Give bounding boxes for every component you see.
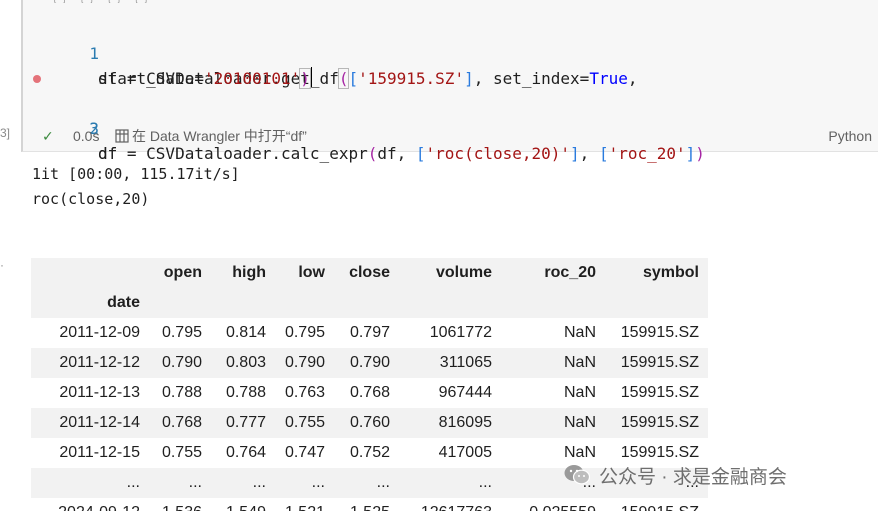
table-cell: 0.768 bbox=[349, 384, 390, 401]
table-row: 2011-12-12 0.790 0.803 0.790 0.790 31106… bbox=[31, 348, 708, 378]
table-cell: 1.521 bbox=[275, 498, 334, 511]
table-cell: 0.788 bbox=[161, 384, 202, 401]
col-header: symbol bbox=[642, 264, 699, 281]
col-header: volume bbox=[435, 264, 492, 281]
table-icon bbox=[115, 129, 129, 143]
col-header: roc_20 bbox=[544, 264, 596, 281]
code-line-1-wrap[interactable]: start_date='20100101') bbox=[23, 41, 878, 89]
table-cell: ... bbox=[311, 474, 325, 491]
open-in-data-wrangler-link[interactable]: 在 Data Wrangler 中打开“df” bbox=[115, 125, 307, 147]
date-cell: 2011-12-14 bbox=[59, 414, 140, 431]
table-cell: 0.803 bbox=[225, 354, 266, 371]
table-row: 2011-12-09 0.795 0.814 0.795 0.797 10617… bbox=[31, 318, 708, 348]
table-cell: 0.814 bbox=[225, 324, 266, 341]
table-cell: 311065 bbox=[439, 354, 492, 371]
table-cell: 0.763 bbox=[284, 384, 325, 401]
table-row: 2011-12-13 0.788 0.788 0.763 0.768 96744… bbox=[31, 378, 708, 408]
col-header: low bbox=[298, 264, 325, 281]
table-cell: ... bbox=[376, 474, 390, 491]
table-cell: 12617763 bbox=[399, 498, 501, 511]
table-cell: 159915.SZ bbox=[620, 414, 699, 431]
table-cell: 159915.SZ bbox=[620, 384, 699, 401]
exec-count: 3] bbox=[0, 126, 11, 140]
table-cell: 1061772 bbox=[429, 324, 492, 341]
table-cell: NaN bbox=[563, 324, 596, 341]
code-line-3[interactable]: 3 df bbox=[23, 91, 878, 163]
table-cell: 967444 bbox=[438, 384, 492, 401]
table-cell: 1.525 bbox=[334, 498, 399, 511]
progress-line: 1it [00:00, 115.17it/s] bbox=[32, 165, 240, 183]
table-cell: 0.755 bbox=[284, 414, 325, 431]
table-cell: ... bbox=[188, 474, 202, 491]
table-cell: 159915.SZ bbox=[605, 498, 708, 511]
date-cell: 2011-12-13 bbox=[59, 384, 140, 401]
index-name: date bbox=[107, 294, 140, 311]
date-cell: 2011-12-15 bbox=[59, 444, 140, 461]
table-cell: 0.790 bbox=[284, 354, 325, 371]
table-cell: 0.795 bbox=[161, 324, 202, 341]
date-cell: 2011-12-09 bbox=[59, 324, 140, 341]
table-cell: 0.752 bbox=[349, 444, 390, 461]
date-cell: ... bbox=[126, 474, 140, 491]
table-cell: 0.768 bbox=[161, 414, 202, 431]
col-header: open bbox=[163, 264, 202, 281]
table-cell: 0.760 bbox=[349, 414, 390, 431]
table-cell: ... bbox=[478, 474, 492, 491]
cell-toolbar-icons[interactable]: ▢▢▢▢ bbox=[53, 0, 183, 3]
table-index-name-row: date bbox=[31, 288, 708, 318]
code-line-1[interactable]: 1 df = CSVDataloader.get_df(['159915.SZ'… bbox=[23, 16, 878, 89]
table-cell: 0.788 bbox=[225, 384, 266, 401]
date-cell: 2011-12-12 bbox=[59, 354, 140, 371]
watermark: 公众号 · 求是金融商会 bbox=[563, 460, 787, 490]
table-cell: 1.536 bbox=[149, 498, 211, 511]
notebook-page: 3] · ▢▢▢▢ 1 df = CSVDataloader.get_df(['… bbox=[0, 0, 878, 511]
table-cell: 0.755 bbox=[161, 444, 202, 461]
code-line-2[interactable]: 2 df = CSVDataloader.calc_expr(df, ['roc… bbox=[23, 66, 878, 163]
table-cell: NaN bbox=[563, 414, 596, 431]
execution-time: 0.0s bbox=[73, 128, 100, 144]
success-check-icon: ✓ bbox=[42, 128, 54, 144]
kernel-language-label[interactable]: Python bbox=[828, 125, 872, 147]
table-cell: 1.549 bbox=[211, 498, 275, 511]
table-row: 2024-09-12 1.536 1.549 1.521 1.525 12617… bbox=[31, 498, 708, 511]
table-row: 2011-12-14 0.768 0.777 0.755 0.760 81609… bbox=[31, 408, 708, 438]
code-cell[interactable]: ▢▢▢▢ 1 df = CSVDataloader.get_df(['15991… bbox=[21, 0, 878, 163]
table-cell: 0.795 bbox=[284, 324, 325, 341]
table-cell: 159915.SZ bbox=[620, 354, 699, 371]
table-cell: 159915.SZ bbox=[620, 324, 699, 341]
output-marker: · bbox=[0, 258, 4, 272]
date-cell: 2024-09-12 bbox=[31, 498, 149, 511]
col-header: close bbox=[349, 264, 390, 281]
table-cell: ... bbox=[252, 474, 266, 491]
index-header-blank bbox=[31, 258, 149, 288]
table-cell: 816095 bbox=[438, 414, 492, 431]
table-cell: 0.797 bbox=[349, 324, 390, 341]
cell-output-stdout: 1it [00:00, 115.17it/s] roc(close,20) bbox=[32, 162, 240, 212]
col-header: high bbox=[232, 264, 266, 281]
table-cell: 0.747 bbox=[284, 444, 325, 461]
watermark-text: 公众号 · 求是金融商会 bbox=[599, 466, 787, 488]
table-cell: 0.777 bbox=[225, 414, 266, 431]
table-cell: 0.790 bbox=[349, 354, 390, 371]
table-cell: -0.025559 bbox=[501, 498, 605, 511]
cell-status-bar: ✓ 0.0s 在 Data Wrangler 中打开“df” Python bbox=[23, 125, 878, 147]
wechat-icon bbox=[564, 465, 591, 485]
table-cell: 417005 bbox=[438, 444, 492, 461]
table-cell: 0.790 bbox=[161, 354, 202, 371]
breakpoint-dot-icon[interactable] bbox=[33, 75, 41, 83]
expr-line: roc(close,20) bbox=[32, 190, 150, 208]
table-cell: NaN bbox=[563, 354, 596, 371]
table-header-row: open high low close volume roc_20 symbol bbox=[31, 258, 708, 288]
table-cell: NaN bbox=[563, 384, 596, 401]
table-cell: 0.764 bbox=[225, 444, 266, 461]
